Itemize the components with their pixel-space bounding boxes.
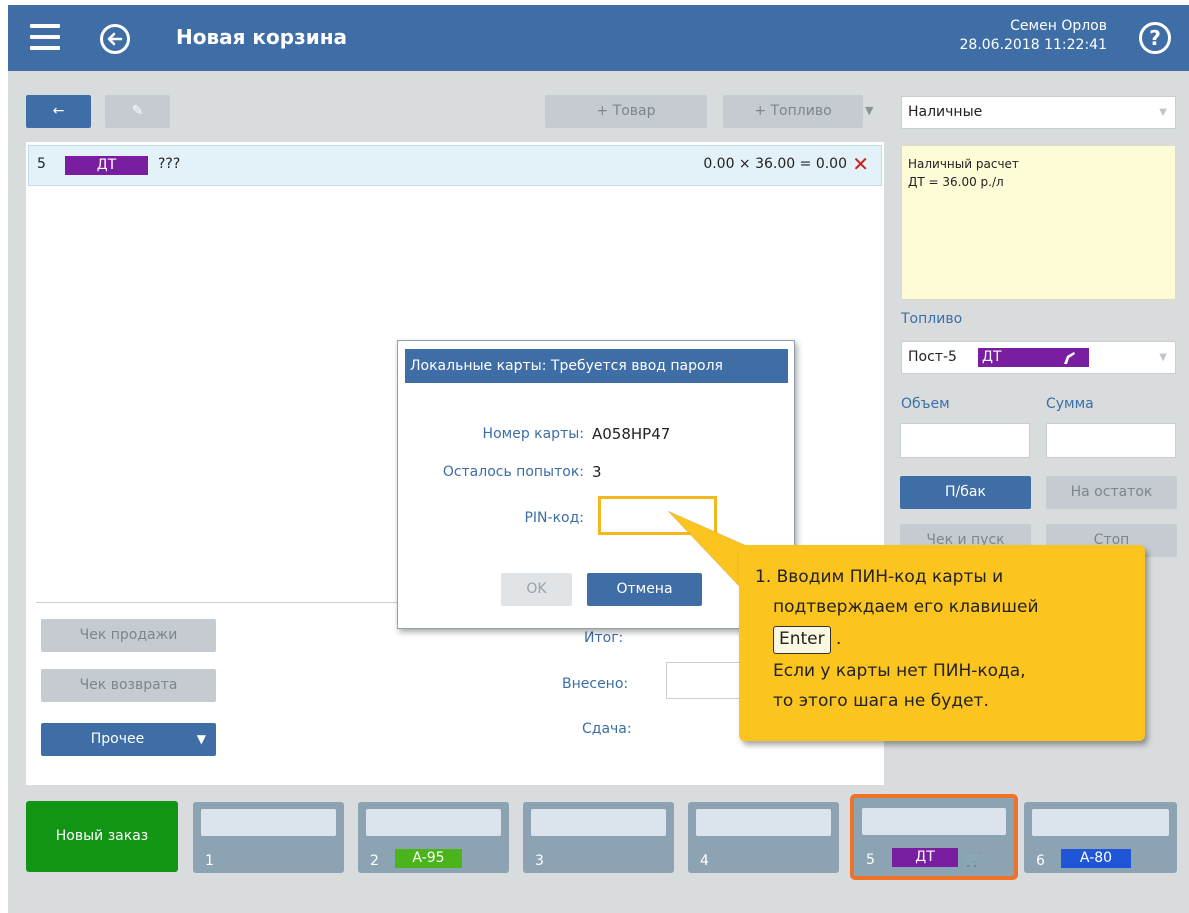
tab-number: 5 bbox=[866, 852, 875, 868]
edit-icon[interactable]: ✎ bbox=[105, 95, 170, 128]
tab-number: 4 bbox=[700, 853, 709, 869]
pin-label: PIN-код: bbox=[524, 510, 584, 526]
app-header: Новая корзина Семен Орлов 28.06.2018 11:… bbox=[8, 5, 1189, 71]
ok-button[interactable]: OK bbox=[501, 573, 572, 606]
tab-number: 3 bbox=[535, 853, 544, 869]
callout-line: то этого шага не будет. bbox=[773, 691, 989, 711]
basket-icon: 🛒 bbox=[965, 853, 982, 868]
add-item-button[interactable]: + Товар bbox=[545, 95, 707, 128]
tab-bar bbox=[696, 809, 831, 836]
change-label: Сдача: bbox=[582, 721, 632, 737]
payment-select[interactable]: Наличные ▼ bbox=[901, 96, 1176, 129]
pump-select[interactable]: Пост-5 ДТ ▼ bbox=[901, 341, 1176, 374]
tab-fuel-badge: ДТ bbox=[892, 848, 958, 867]
tab-number: 2 bbox=[370, 853, 379, 869]
back-arrow-icon[interactable] bbox=[100, 24, 130, 54]
row-calc: 0.00 × 36.00 = 0.00 bbox=[703, 156, 847, 172]
row-formula: 0.00 × 36.00 = bbox=[703, 156, 812, 172]
chevron-down-icon: ▼ bbox=[196, 732, 206, 746]
tab-bar bbox=[862, 808, 1006, 835]
note-line: Наличный расчет bbox=[908, 157, 1019, 171]
amount-input[interactable] bbox=[1046, 423, 1176, 458]
fuel-nozzle-icon bbox=[1064, 352, 1075, 364]
callout-line: Если у карты нет ПИН-кода, bbox=[773, 661, 1026, 681]
pump-fuel-label: ДТ bbox=[982, 349, 1002, 365]
row-total: 0.00 bbox=[815, 156, 847, 172]
chevron-down-icon[interactable]: ▼ bbox=[865, 104, 873, 117]
pump-name: Пост-5 bbox=[908, 349, 957, 365]
volume-label: Объем bbox=[901, 396, 950, 412]
card-number: A058HP47 bbox=[592, 425, 671, 443]
toolbar-back-button[interactable]: ← bbox=[26, 95, 91, 128]
note-line: ДТ = 36.00 р./л bbox=[908, 175, 1004, 189]
paid-label: Внесено: bbox=[562, 676, 629, 692]
tab-fuel-badge: A-95 bbox=[395, 849, 462, 868]
order-tab-4[interactable]: 4 bbox=[688, 802, 839, 873]
order-tab-3[interactable]: 3 bbox=[523, 802, 674, 873]
payment-note: Наличный расчет ДТ = 36.00 р./л bbox=[901, 145, 1176, 300]
order-tab-5-active[interactable]: 5 ДТ 🛒 bbox=[850, 794, 1018, 880]
new-order-button[interactable]: Новый заказ bbox=[26, 801, 178, 872]
page-title: Новая корзина bbox=[176, 25, 348, 49]
fuel-section-label: Топливо bbox=[901, 311, 963, 327]
callout-period: . bbox=[836, 629, 842, 649]
help-button[interactable]: ? bbox=[1139, 22, 1171, 54]
add-fuel-button[interactable]: + Топливо bbox=[723, 95, 863, 128]
chevron-down-icon: ▼ bbox=[1159, 107, 1167, 118]
delete-icon[interactable]: ✕ bbox=[852, 152, 869, 176]
callout-line: 1. Вводим ПИН-код карты и bbox=[755, 567, 1004, 587]
card-number-label: Номер карты: bbox=[482, 426, 584, 442]
order-tab-6[interactable]: 6 A-80 bbox=[1024, 802, 1177, 873]
menu-icon[interactable] bbox=[30, 24, 60, 50]
user-name: Семен Орлов bbox=[1010, 18, 1107, 34]
other-label: Прочее bbox=[90, 731, 145, 747]
tab-bar bbox=[366, 809, 501, 836]
cart-row[interactable]: 5 ДТ ??? 0.00 × 36.00 = 0.00 ✕ bbox=[28, 145, 882, 186]
remainder-button[interactable]: На остаток bbox=[1046, 476, 1177, 509]
app-window: Новая корзина Семен Орлов 28.06.2018 11:… bbox=[8, 5, 1189, 913]
volume-input[interactable] bbox=[900, 423, 1030, 458]
other-button[interactable]: Прочее ▼ bbox=[41, 723, 216, 756]
order-tab-1[interactable]: 1 bbox=[193, 802, 344, 873]
callout-key-line: Enter . bbox=[755, 622, 1145, 656]
pump-fuel-badge: ДТ bbox=[978, 348, 1089, 367]
attempts-label: Осталось попыток: bbox=[442, 464, 584, 480]
dialog-title: Локальные карты: Требуется ввод пароля bbox=[405, 349, 788, 383]
sale-receipt-button[interactable]: Чек продажи bbox=[41, 619, 216, 652]
attempts-count: 3 bbox=[592, 463, 602, 481]
datetime: 28.06.2018 11:22:41 bbox=[959, 37, 1108, 53]
tab-bar bbox=[201, 809, 336, 836]
total-label: Итог: bbox=[584, 630, 624, 646]
callout-line: подтверждаем его клавишей bbox=[773, 597, 1039, 617]
fuel-badge: ДТ bbox=[65, 156, 148, 175]
enter-key: Enter bbox=[773, 626, 831, 654]
full-tank-button[interactable]: П/бак bbox=[900, 476, 1031, 509]
tab-bar bbox=[1032, 809, 1169, 836]
amount-label: Сумма bbox=[1046, 396, 1094, 412]
user-info: Семен Орлов 28.06.2018 11:22:41 bbox=[960, 17, 1108, 55]
order-tab-2[interactable]: 2 A-95 bbox=[358, 802, 509, 873]
tutorial-callout: 1. Вводим ПИН-код карты и подтверждаем е… bbox=[739, 545, 1145, 741]
tab-fuel-badge: A-80 bbox=[1061, 849, 1131, 868]
return-receipt-button[interactable]: Чек возврата bbox=[41, 669, 216, 702]
payment-method: Наличные bbox=[908, 104, 983, 120]
tab-number: 1 bbox=[205, 853, 214, 869]
tab-number: 6 bbox=[1036, 853, 1045, 869]
row-number: 5 bbox=[37, 156, 46, 172]
chevron-down-icon: ▼ bbox=[1159, 352, 1167, 363]
card-placeholder: ??? bbox=[158, 156, 181, 172]
tab-bar bbox=[531, 809, 666, 836]
